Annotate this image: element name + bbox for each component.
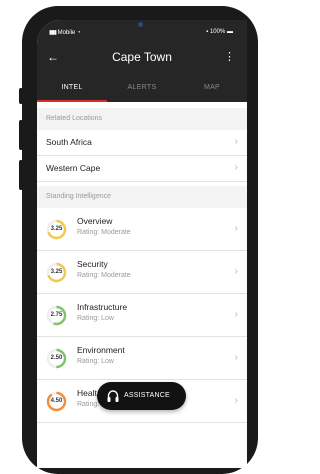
related-location-western-cape[interactable]: Western Cape › (37, 156, 247, 182)
tab-map[interactable]: MAP (177, 82, 247, 102)
score-ring: 3.25 (46, 262, 67, 283)
intel-rating: Rating: Low (77, 315, 114, 322)
active-tab-indicator (37, 100, 107, 102)
signal-icon: ▮▮▮ (49, 30, 57, 36)
phone-mute-switch (19, 88, 23, 104)
score-value: 4.50 (50, 398, 63, 404)
chevron-right-icon: › (234, 162, 238, 173)
intel-rating: Rating: Low (77, 358, 114, 365)
intel-name: Healt (77, 388, 97, 398)
battery-label: 100% (209, 29, 226, 35)
score-ring: 4.50 (46, 391, 67, 412)
chevron-right-icon: › (234, 395, 238, 406)
phone-volume-up (19, 120, 23, 150)
intel-item-environment[interactable]: 2.50 Environment Rating: Low › (37, 337, 247, 380)
tab-alerts[interactable]: ALERTS (107, 82, 177, 102)
intel-name: Overview (77, 216, 113, 226)
score-ring: 2.50 (46, 348, 67, 369)
intel-item-infrastructure[interactable]: 2.75 Infrastructure Rating: Low › (37, 294, 247, 337)
section-header-standing: Standing Intelligence (37, 186, 247, 208)
chevron-right-icon: › (234, 309, 238, 320)
intel-name: Infrastructure (77, 302, 128, 312)
score-ring: 2.75 (46, 305, 67, 326)
score-value: 2.50 (50, 355, 63, 361)
assistance-label: ASSISTANCE (124, 392, 170, 399)
intel-name: Environment (77, 345, 125, 355)
row-label: South Africa (46, 137, 92, 147)
tab-bar: INTEL ALERTS MAP (37, 82, 247, 102)
score-ring: 3.25 (46, 219, 67, 240)
assistance-button[interactable]: ASSISTANCE (97, 382, 186, 410)
app-header: ▮▮▮ Mobile ◔ ▪ 100% ▬ ← Cape Town ⋮ INTE… (37, 20, 247, 102)
row-label: Western Cape (46, 163, 101, 173)
intel-rating: Rating: Moderate (77, 229, 131, 236)
status-carrier: ▮▮▮ Mobile ◔ (49, 29, 81, 36)
intel-rating: Rating: Moderate (77, 272, 131, 279)
lock-icon: ▪ (206, 29, 209, 35)
page-title: Cape Town (112, 50, 172, 64)
chevron-right-icon: › (234, 266, 238, 277)
score-value: 2.75 (50, 312, 63, 318)
chevron-right-icon: › (234, 136, 238, 147)
phone-volume-down (19, 160, 23, 190)
camera-dot (138, 22, 143, 27)
tab-intel[interactable]: INTEL (37, 82, 107, 102)
headphones-icon (107, 390, 119, 402)
battery-icon: ▬ (227, 29, 233, 35)
score-value: 3.25 (50, 226, 63, 232)
chevron-right-icon: › (234, 223, 238, 234)
kebab-icon[interactable]: ⋮ (224, 50, 235, 63)
intel-name: Security (77, 259, 108, 269)
wifi-icon: ◔ (76, 30, 81, 36)
intel-item-overview[interactable]: 3.25 Overview Rating: Moderate › (37, 208, 247, 251)
score-value: 3.25 (50, 269, 63, 275)
related-location-south-africa[interactable]: South Africa › (37, 130, 247, 156)
section-header-related: Related Locations (37, 108, 247, 130)
carrier-label: Mobile (57, 30, 76, 36)
chevron-right-icon: › (234, 352, 238, 363)
status-battery: ▪ 100% ▬ (206, 29, 233, 35)
intel-item-security[interactable]: 3.25 Security Rating: Moderate › (37, 251, 247, 294)
